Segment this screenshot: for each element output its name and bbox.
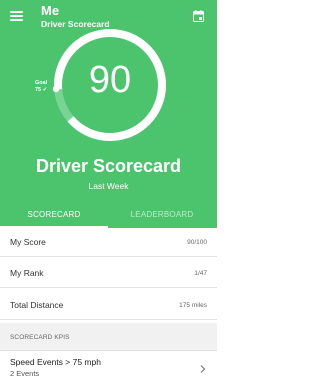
chevron-right-icon: [200, 365, 206, 373]
goal-value: 75 ✓: [35, 87, 48, 93]
kpi-item-speed-events[interactable]: Speed Events > 75 mph 2 Events: [0, 352, 217, 386]
score-value: 90: [88, 59, 132, 101]
tab-leaderboard[interactable]: LEADERBOARD: [108, 204, 216, 228]
kpi-subtitle: 2 Events: [10, 369, 40, 378]
row-value: 1/47: [194, 270, 207, 277]
row-value: 90/100: [187, 239, 207, 246]
section-header-kpis: SCORECARD KPIS: [0, 323, 217, 351]
list-item-my-rank[interactable]: My Rank 1/47: [0, 259, 217, 288]
tab-bar: SCORECARD LEADERBOARD: [0, 204, 217, 228]
tab-scorecard[interactable]: SCORECARD: [0, 204, 108, 228]
header-panel: Me Driver Scorecard 90 Goal 75 ✓ Driver …: [0, 0, 217, 228]
row-label: My Rank: [10, 268, 44, 278]
list-item-my-score[interactable]: My Score 90/100: [0, 228, 217, 257]
scorecard-heading: Driver Scorecard: [35, 156, 182, 176]
period-label: Last Week: [88, 181, 129, 191]
list-item-total-distance[interactable]: Total Distance 175 miles: [0, 291, 217, 320]
row-value: 175 miles: [179, 302, 207, 309]
goal-label: Goal: [35, 80, 48, 86]
row-label: Total Distance: [10, 300, 64, 310]
row-label: My Score: [10, 237, 46, 247]
section-label: SCORECARD KPIS: [10, 334, 70, 341]
kpi-title: Speed Events > 75 mph: [10, 357, 101, 367]
